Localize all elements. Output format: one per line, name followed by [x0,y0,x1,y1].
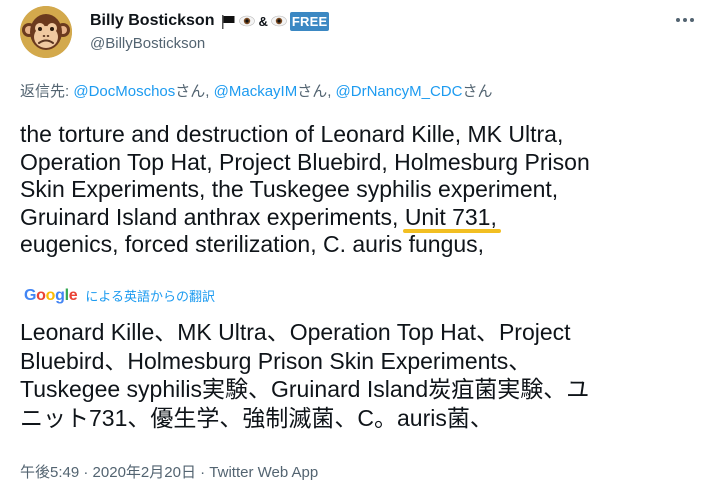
more-options-icon[interactable] [674,16,696,24]
user-names: Billy Bostickson & FREE @BillyBostickson [90,10,330,52]
google-letter: e [68,286,78,304]
display-name[interactable]: Billy Bostickson [90,12,214,30]
translated-line: Bluebird、Holmesburg Prison Skin Experime… [20,347,532,374]
google-letter: o [36,286,46,304]
eye-icon [271,15,287,27]
mention-suffix: さん, [175,83,214,100]
google-letter: G [24,286,37,304]
translated-line: Tuskegee syphilis実験、Gruinard Island炭疽菌実験… [20,376,590,402]
mention-link[interactable]: @MackayIM [214,83,298,100]
translated-line: Leonard Kille、MK Ultra、Operation Top Hat… [20,319,571,345]
black-flag-icon [220,14,236,29]
reply-prefix: 返信先: [20,83,74,100]
display-name-row: Billy Bostickson & FREE [90,10,330,32]
translate-label[interactable]: による英語からの翻訳 [85,286,215,305]
name-emojis: & FREE [220,11,330,31]
tweet-time[interactable]: 午後5:49 [20,464,79,481]
eye-icon [239,15,256,27]
tweet-text: the torture and destruction of Leonard K… [20,121,700,259]
free-badge-icon: FREE [289,11,330,31]
google-letter: g [55,286,65,304]
google-logo: Google [24,286,78,305]
tweet-date[interactable]: 2020年2月20日 [93,464,196,481]
monkey-face-icon [20,6,72,58]
highlighted-text: Unit 731, [404,203,497,230]
meta-separator: · [195,464,210,481]
tweet-line: the torture and destruction of Leonard K… [20,121,564,147]
translated-text: Leonard Kille、MK Ultra、Operation Top Hat… [20,318,700,432]
tweet-line: Gruinard Island anthrax experiments, Uni… [20,204,700,232]
meta-separator: · [79,464,93,481]
mention-suffix: さん, [297,83,336,100]
tweet-line-segment: Gruinard Island anthrax experiments, [20,203,405,230]
user-handle[interactable]: @BillyBostickson [90,35,329,52]
avatar[interactable] [20,6,72,58]
mention-link[interactable]: @DrNancyM_CDC [336,83,463,100]
tweet-header: Billy Bostickson & FREE @BillyBostickson [20,4,700,66]
tweet-meta: 午後5:49 · 2020年2月20日 · Twitter Web App [20,461,318,482]
translated-line: ニット731、優生学、強制滅菌、C。auris菌、 [20,404,493,431]
tweet-card: Billy Bostickson & FREE @BillyBostickson… [0,0,713,489]
translate-attribution[interactable]: Google による英語からの翻訳 [24,286,215,306]
mention-suffix: さん [462,83,493,100]
google-letter: o [45,286,56,304]
tweet-line: Operation Top Hat, Project Bluebird, Hol… [20,148,590,175]
replying-to: 返信先: @DocMoschosさん, @MackayIMさん, @DrNanc… [20,80,492,101]
ampersand: & [258,13,268,29]
tweet-line: eugenics, forced sterilization, C. auris… [20,231,485,257]
tweet-line: Skin Experiments, the Tuskegee syphilis … [20,176,559,202]
tweet-source[interactable]: Twitter Web App [209,464,318,481]
mention-link[interactable]: @DocMoschos [73,83,175,100]
